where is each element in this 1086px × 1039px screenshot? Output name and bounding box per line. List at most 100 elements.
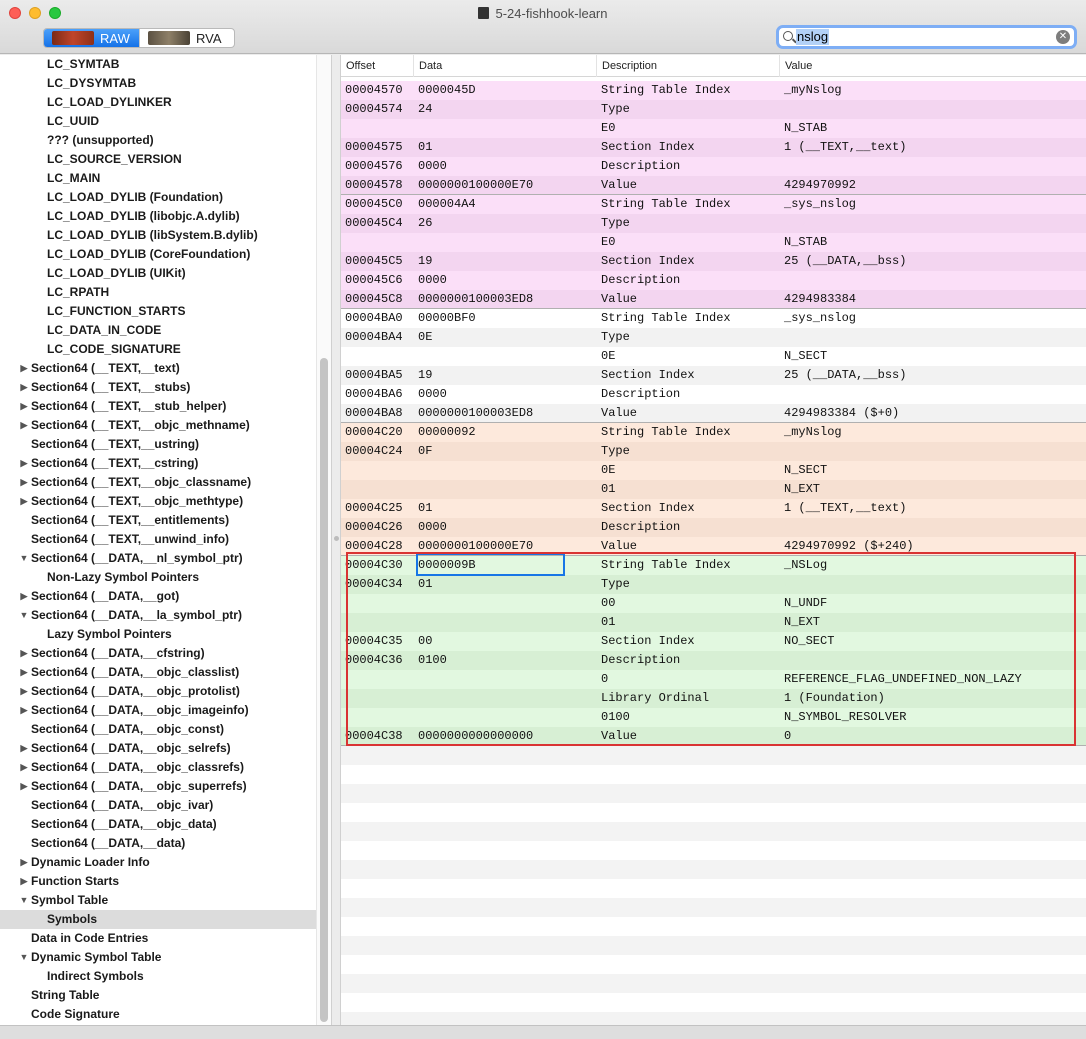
sidebar-item[interactable]: LC_SOURCE_VERSION [0,150,316,169]
disclosure-collapsed-icon[interactable]: ▶ [19,644,29,663]
search-field[interactable]: nslog ✕ [776,25,1077,49]
sidebar-item[interactable]: ▶ Section64 (__DATA,__objc_imageinfo) [0,701,316,720]
sidebar-item[interactable]: ??? (unsupported) [0,131,316,150]
sidebar-item[interactable]: Section64 (__TEXT,__ustring) [0,435,316,454]
disclosure-collapsed-icon[interactable]: ▶ [19,701,29,720]
sidebar-item[interactable]: ▶ Dynamic Loader Info [0,853,316,872]
sidebar-item[interactable]: ▼ Section64 (__DATA,__nl_symbol_ptr) [0,549,316,568]
disclosure-collapsed-icon[interactable]: ▶ [19,378,29,397]
sidebar-item[interactable]: Section64 (__TEXT,__unwind_info) [0,530,316,549]
sidebar-item[interactable]: String Table [0,986,316,1005]
sidebar-item[interactable]: ▶ Section64 (__DATA,__objc_superrefs) [0,777,316,796]
table-row[interactable]: 00004575 01 Section Index 1 (__TEXT,__text) [341,138,1086,157]
table-row[interactable]: 00004BA8 0000000100003ED8 Value 4294983384 … [341,404,1086,423]
sidebar-item[interactable]: ▶ Section64 (__TEXT,__cstring) [0,454,316,473]
sidebar-item[interactable]: Lazy Symbol Pointers [0,625,316,644]
sidebar-scrollbar-thumb[interactable] [320,358,328,1022]
sidebar-item[interactable]: LC_LOAD_DYLIB (CoreFoundation) [0,245,316,264]
sidebar-item[interactable]: LC_FUNCTION_STARTS [0,302,316,321]
column-header-data[interactable]: Data [413,55,596,77]
table-row[interactable]: 00004BA0 00000BF0 String Table Index _sys_n… [341,309,1086,328]
disclosure-collapsed-icon[interactable]: ▶ [19,473,29,492]
disclosure-collapsed-icon[interactable]: ▶ [19,492,29,511]
disclosure-collapsed-icon[interactable]: ▶ [19,872,29,891]
table-row[interactable]: 000045C8 0000000100003ED8 Value 4294983384 [341,290,1086,309]
sidebar-item[interactable]: LC_LOAD_DYLINKER [0,93,316,112]
sidebar-item[interactable]: Data in Code Entries [0,929,316,948]
table-row[interactable]: 00004576 0000 Description [341,157,1086,176]
table-row[interactable]: 00004C24 0F Type [341,442,1086,461]
raw-mode-button[interactable]: RAW [44,29,139,47]
sidebar-item[interactable]: Section64 (__DATA,__objc_ivar) [0,796,316,815]
sidebar-item[interactable]: ▶ Section64 (__TEXT,__objc_classname) [0,473,316,492]
disclosure-collapsed-icon[interactable]: ▶ [19,682,29,701]
sidebar-item[interactable]: ▶ Section64 (__TEXT,__objc_methtype) [0,492,316,511]
disclosure-expanded-icon[interactable]: ▼ [19,948,29,967]
table-row[interactable]: 00004578 0000000100000E70 Value 4294970992 [341,176,1086,195]
table-row[interactable]: 00004BA4 0E Type [341,328,1086,347]
rva-mode-button[interactable]: RVA [139,29,234,47]
table-row[interactable]: 00004C26 0000 Description [341,518,1086,537]
search-input[interactable]: nslog [796,29,830,45]
sidebar-item[interactable]: ▶ Section64 (__DATA,__objc_protolist) [0,682,316,701]
sidebar-item[interactable]: LC_LOAD_DYLIB (Foundation) [0,188,316,207]
sidebar-item[interactable]: LC_RPATH [0,283,316,302]
sidebar-item[interactable]: LC_LOAD_DYLIB (libobjc.A.dylib) [0,207,316,226]
sidebar-item[interactable]: LC_LOAD_DYLIB (UIKit) [0,264,316,283]
column-header-offset[interactable]: Offset [341,55,413,77]
sidebar-item[interactable]: LC_CODE_SIGNATURE [0,340,316,359]
table-row[interactable]: 000045C4 26 Type [341,214,1086,233]
sidebar-item[interactable]: ▶ Section64 (__TEXT,__stubs) [0,378,316,397]
sidebar-item[interactable]: LC_SYMTAB [0,55,316,74]
table-row[interactable]: 01 N_EXT [341,480,1086,499]
disclosure-expanded-icon[interactable]: ▼ [19,606,29,625]
sidebar-item[interactable]: ▼ Dynamic Symbol Table [0,948,316,967]
column-header-description[interactable]: Description [596,55,779,77]
sidebar-item[interactable]: ▶ Section64 (__DATA,__cfstring) [0,644,316,663]
sidebar-item[interactable]: Non-Lazy Symbol Pointers [0,568,316,587]
split-view-divider[interactable] [331,55,341,1025]
sidebar-item[interactable]: Symbols [0,910,316,929]
disclosure-collapsed-icon[interactable]: ▶ [19,853,29,872]
table-row[interactable]: 00004570 0000045D String Table Index _myNsl… [341,81,1086,100]
sidebar-item[interactable]: LC_UUID [0,112,316,131]
sidebar-scrollbar[interactable] [316,55,331,1025]
disclosure-collapsed-icon[interactable]: ▶ [19,359,29,378]
disclosure-collapsed-icon[interactable]: ▶ [19,454,29,473]
disclosure-expanded-icon[interactable]: ▼ [19,549,29,568]
table-row[interactable]: 000045C5 19 Section Index 25 (__DATA,__bss) [341,252,1086,271]
sidebar-item[interactable]: ▼ Section64 (__DATA,__la_symbol_ptr) [0,606,316,625]
table-row[interactable]: E0 N_STAB [341,233,1086,252]
disclosure-collapsed-icon[interactable]: ▶ [19,416,29,435]
sidebar-item[interactable]: ▶ Section64 (__DATA,__got) [0,587,316,606]
sidebar-item[interactable]: ▶ Section64 (__DATA,__objc_classrefs) [0,758,316,777]
clear-search-icon[interactable]: ✕ [1056,30,1070,44]
disclosure-collapsed-icon[interactable]: ▶ [19,587,29,606]
sidebar-item[interactable]: ▶ Function Starts [0,872,316,891]
disclosure-collapsed-icon[interactable]: ▶ [19,663,29,682]
sidebar-item[interactable]: Section64 (__DATA,__data) [0,834,316,853]
sidebar-item[interactable]: LC_MAIN [0,169,316,188]
disclosure-collapsed-icon[interactable]: ▶ [19,739,29,758]
table-row[interactable]: 00004C25 01 Section Index 1 (__TEXT,__text) [341,499,1086,518]
sidebar-item[interactable]: Code Signature [0,1005,316,1024]
table-row[interactable]: 0E N_SECT [341,461,1086,480]
sidebar-item[interactable]: Section64 (__DATA,__objc_const) [0,720,316,739]
table-row[interactable]: 000045C6 0000 Description [341,271,1086,290]
sidebar-item[interactable]: ▼ Symbol Table [0,891,316,910]
sidebar-item[interactable]: ▶ Section64 (__TEXT,__stub_helper) [0,397,316,416]
sidebar-item[interactable]: LC_DYSYMTAB [0,74,316,93]
sidebar-item[interactable]: ▶ Section64 (__DATA,__objc_selrefs) [0,739,316,758]
sidebar-item[interactable]: LC_LOAD_DYLIB (libSystem.B.dylib) [0,226,316,245]
table-row[interactable]: 000045C0 000004A4 String Table Index _sys_n… [341,195,1086,214]
disclosure-collapsed-icon[interactable]: ▶ [19,777,29,796]
sidebar-item[interactable]: ▶ Section64 (__TEXT,__objc_methname) [0,416,316,435]
disclosure-expanded-icon[interactable]: ▼ [19,891,29,910]
table-row[interactable]: 00004BA5 19 Section Index 25 (__DATA,__bss) [341,366,1086,385]
sidebar-item[interactable]: ▶ Section64 (__TEXT,__text) [0,359,316,378]
sidebar-item[interactable]: Section64 (__TEXT,__entitlements) [0,511,316,530]
table-row[interactable]: 00004C20 00000092 String Table Index _myNsl… [341,423,1086,442]
disclosure-collapsed-icon[interactable]: ▶ [19,397,29,416]
sidebar-item[interactable]: Section64 (__DATA,__objc_data) [0,815,316,834]
column-header-value[interactable]: Value [779,55,1086,77]
